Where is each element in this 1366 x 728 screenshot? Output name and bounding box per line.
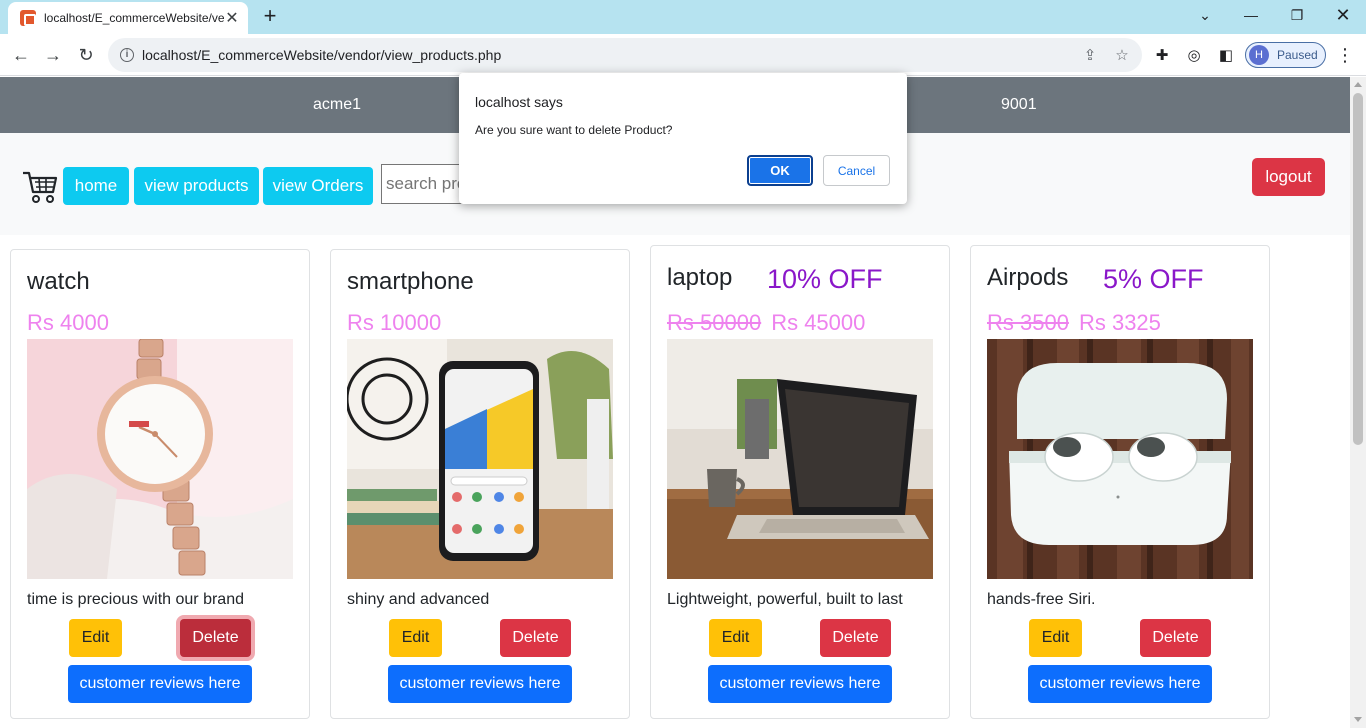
site-info-icon[interactable]: i: [120, 48, 134, 62]
home-button[interactable]: home: [63, 167, 129, 205]
scroll-down-arrow-icon[interactable]: [1354, 717, 1362, 722]
product-image-watch: [27, 339, 293, 579]
product-description: Lightweight, powerful, built to last: [667, 591, 903, 608]
avatar: H: [1249, 45, 1269, 65]
share-icon[interactable]: ⇪: [1080, 46, 1100, 66]
browser-menu-icon[interactable]: ⋮: [1336, 46, 1354, 66]
ok-button[interactable]: OK: [747, 155, 813, 186]
product-card: Airpods 5% OFF Rs 3500 Rs 3325 hands-free…: [970, 245, 1270, 719]
extension-icon[interactable]: ◎: [1184, 46, 1204, 66]
profile-button[interactable]: H Paused: [1245, 42, 1326, 68]
minimize-icon[interactable]: —: [1228, 0, 1274, 30]
vendor-code: 9001: [1001, 96, 1037, 113]
logout-button[interactable]: logout: [1252, 158, 1325, 196]
product-price: Rs 50000 Rs 45000: [667, 310, 865, 336]
dialog-message: Are you sure want to delete Product?: [475, 123, 673, 137]
close-window-icon[interactable]: ✕: [1320, 0, 1366, 30]
edit-button[interactable]: Edit: [389, 619, 442, 657]
product-name: Airpods: [987, 264, 1069, 291]
restore-icon[interactable]: ❐: [1274, 0, 1320, 30]
cancel-button[interactable]: Cancel: [823, 155, 890, 186]
extensions-puzzle-icon[interactable]: ✚: [1152, 46, 1172, 66]
product-price: Rs 3500 Rs 3325: [987, 310, 1161, 336]
discount-badge: 5% OFF: [1103, 264, 1204, 294]
edit-button[interactable]: Edit: [69, 619, 122, 657]
confirm-dialog: localhost says Are you sure want to dele…: [459, 73, 907, 204]
scroll-up-arrow-icon[interactable]: [1354, 82, 1362, 87]
tab-title: localhost/E_commerceWebsite/vendor/view_…: [44, 11, 224, 25]
product-description: time is precious with our brand: [27, 591, 244, 608]
delete-button[interactable]: Delete: [500, 619, 571, 657]
dialog-title: localhost says: [475, 94, 563, 110]
reload-icon[interactable]: ↻: [73, 42, 99, 68]
bookmark-star-icon[interactable]: ☆: [1112, 46, 1132, 66]
product-image-airpods: [987, 339, 1253, 579]
customer-reviews-button[interactable]: customer reviews here: [388, 665, 572, 703]
customer-reviews-button[interactable]: customer reviews here: [1028, 665, 1212, 703]
product-price: Rs 4000: [27, 310, 109, 336]
product-price: Rs 10000: [347, 310, 441, 336]
edit-button[interactable]: Edit: [1029, 619, 1082, 657]
product-card: watch Rs 4000 time is precious with our …: [10, 249, 310, 719]
edit-button[interactable]: Edit: [709, 619, 762, 657]
shopping-cart-icon: [23, 171, 58, 203]
delete-button[interactable]: Delete: [180, 619, 251, 657]
product-card: smartphone Rs 10000 shiny and advanced E…: [330, 249, 630, 719]
delete-button[interactable]: Delete: [820, 619, 891, 657]
url-text: localhost/E_commerceWebsite/vendor/view_…: [142, 47, 502, 63]
forward-arrow-icon[interactable]: →: [40, 42, 66, 68]
profile-status: Paused: [1277, 48, 1318, 62]
view-products-button[interactable]: view products: [134, 167, 259, 205]
discount-badge: 10% OFF: [767, 264, 883, 294]
scrollbar-thumb[interactable]: [1353, 93, 1363, 445]
vendor-name: acme1: [313, 96, 362, 113]
product-description: hands-free Siri.: [987, 591, 1096, 608]
original-price: Rs 3500: [987, 310, 1069, 335]
new-tab-icon[interactable]: +: [258, 4, 282, 28]
current-price: Rs 3325: [1078, 310, 1161, 335]
product-image-laptop: [667, 339, 933, 579]
delete-button[interactable]: Delete: [1140, 619, 1211, 657]
address-bar[interactable]: i localhost/E_commerceWebsite/vendor/vie…: [108, 38, 1142, 72]
current-price: Rs 4000: [27, 310, 109, 335]
browser-toolbar: ← → ↻ i localhost/E_commerceWebsite/vend…: [0, 34, 1366, 76]
side-panel-icon[interactable]: ◧: [1216, 46, 1236, 66]
product-name: laptop: [667, 264, 733, 291]
original-price: Rs 50000: [667, 310, 762, 335]
view-orders-button[interactable]: view Orders: [263, 167, 373, 205]
product-description: shiny and advanced: [347, 591, 490, 608]
xampp-favicon-icon: [20, 10, 36, 26]
customer-reviews-button[interactable]: customer reviews here: [68, 665, 252, 703]
product-name: smartphone: [347, 268, 474, 295]
current-price: Rs 45000: [771, 310, 866, 335]
close-tab-icon[interactable]: ✕: [224, 8, 240, 28]
product-card: laptop 10% OFF Rs 50000 Rs 45000 Lightwei…: [650, 245, 950, 719]
back-arrow-icon[interactable]: ←: [8, 42, 34, 68]
product-image-smartphone: [347, 339, 613, 579]
browser-tab[interactable]: localhost/E_commerceWebsite/vendor/view_…: [8, 2, 248, 34]
tab-search-icon[interactable]: ⌄: [1182, 0, 1228, 30]
product-name: watch: [27, 268, 90, 295]
page-scrollbar[interactable]: [1350, 77, 1366, 728]
browser-tabstrip: localhost/E_commerceWebsite/vendor/view_…: [0, 0, 1366, 34]
customer-reviews-button[interactable]: customer reviews here: [708, 665, 892, 703]
current-price: Rs 10000: [347, 310, 442, 335]
